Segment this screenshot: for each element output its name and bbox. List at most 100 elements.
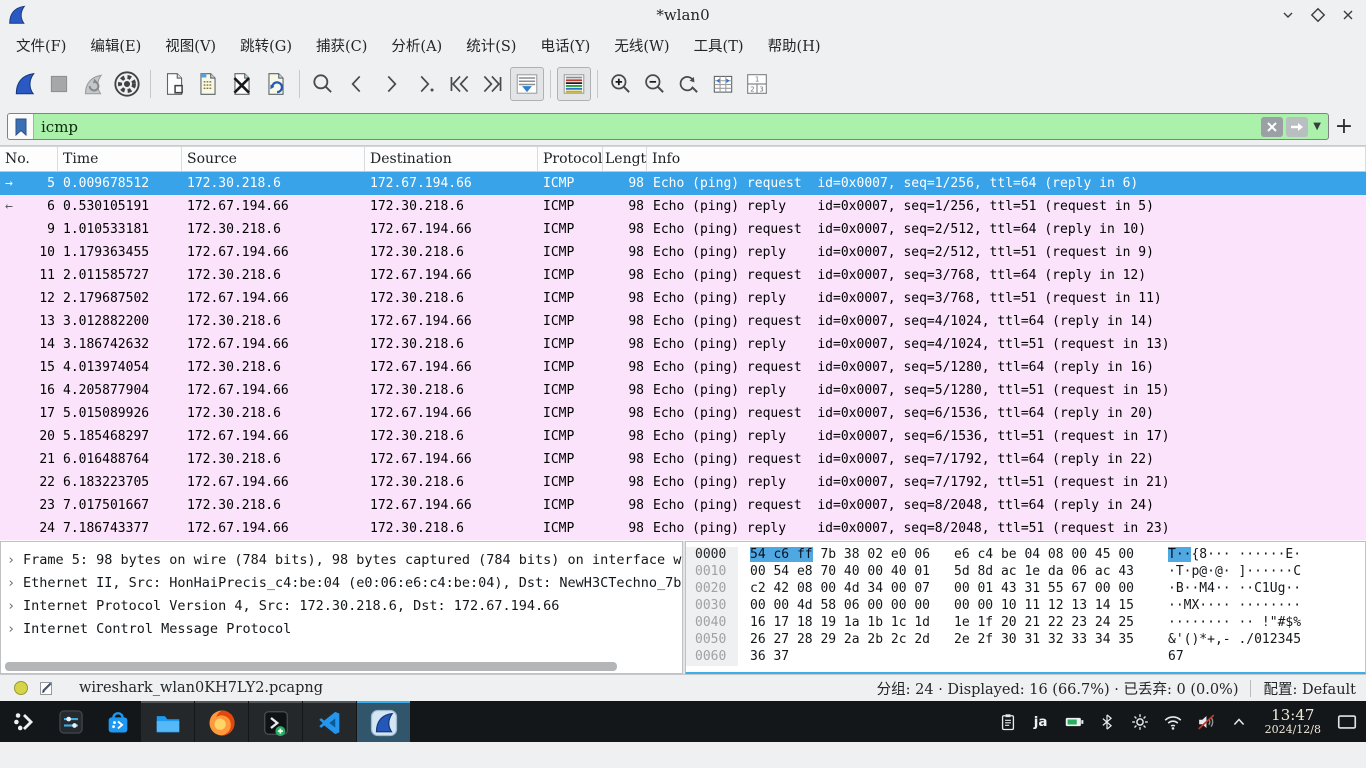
input-method-indicator[interactable]: ja [1030,710,1052,734]
hex-row[interactable]: 004016 17 18 19 1a 1b 1c 1d1e 1f 20 21 2… [686,615,1365,632]
detail-line[interactable]: ›Frame 5: 98 bytes on wire (784 bits), 9… [1,549,682,572]
column-header-destination[interactable]: Destination [365,147,538,171]
menu-item-10[interactable]: 帮助(H) [756,31,833,60]
vscode-task[interactable] [303,701,356,742]
packet-row[interactable]: 175.015089926172.30.218.6172.67.194.66IC… [0,402,1366,425]
close-icon[interactable] [1338,5,1358,25]
save-file-icon[interactable] [191,67,225,101]
capture-options-icon[interactable] [110,67,144,101]
column-header-info[interactable]: Info [647,147,1366,171]
battery-icon[interactable] [1063,710,1085,734]
expand-chevron-icon[interactable]: › [7,549,23,572]
restart-capture-icon[interactable] [76,67,110,101]
hex-ascii[interactable]: T··{8··· ······E· [1168,547,1301,564]
zoom-in-icon[interactable] [604,67,638,101]
next-packet-icon[interactable] [374,67,408,101]
bluetooth-icon[interactable] [1096,710,1118,734]
filter-dropdown-icon[interactable]: ▼ [1311,121,1323,132]
menu-item-3[interactable]: 跳转(G) [228,31,304,60]
discover-icon[interactable] [94,701,141,742]
menu-item-7[interactable]: 电话(Y) [528,31,602,60]
hex-bytes[interactable]: 2e 2f 30 31 32 33 34 35 [954,632,1146,649]
expand-chevron-icon[interactable]: › [7,572,23,595]
packet-row[interactable]: ←60.530105191172.67.194.66172.30.218.6IC… [0,195,1366,218]
hex-selected-bytes[interactable]: 54 c6 ff [750,547,813,562]
expand-chevron-icon[interactable]: › [7,595,23,618]
hex-bytes[interactable]: 00 01 43 31 55 67 00 00 [954,581,1146,598]
hex-ascii[interactable]: ········ ·· !"#$% [1168,615,1301,632]
hex-bytes[interactable]: 00 54 e8 70 40 00 40 01 [750,564,942,581]
menu-item-4[interactable]: 捕获(C) [304,31,379,60]
layout-icon[interactable]: 123 [740,67,774,101]
hex-bytes[interactable]: 00 00 4d 58 06 00 00 00 [750,598,942,615]
clock[interactable]: 13:47 2024/12/8 [1265,708,1321,735]
hex-bytes[interactable]: 16 17 18 19 1a 1b 1c 1d [750,615,942,632]
show-desktop-icon[interactable] [1336,710,1358,734]
brightness-icon[interactable] [1129,710,1151,734]
app-launcher-icon[interactable] [0,701,47,742]
packet-row[interactable]: 154.013974054172.30.218.6172.67.194.66IC… [0,356,1366,379]
detail-line[interactable]: ›Internet Protocol Version 4, Src: 172.3… [1,595,682,618]
file-manager-task[interactable] [141,701,194,742]
find-packet-icon[interactable] [306,67,340,101]
reload-file-icon[interactable] [259,67,293,101]
hex-row[interactable]: 001000 54 e8 70 40 00 40 015d 8d ac 1e d… [686,564,1365,581]
packet-row[interactable]: 205.185468297172.67.194.66172.30.218.6IC… [0,425,1366,448]
colorize-icon[interactable] [557,67,591,101]
menu-item-8[interactable]: 无线(W) [602,31,681,60]
firefox-task[interactable] [195,701,248,742]
column-header-protocol[interactable]: Protocol [538,147,603,171]
menu-item-0[interactable]: 文件(F) [4,31,78,60]
first-packet-icon[interactable] [442,67,476,101]
settings-icon[interactable] [47,701,94,742]
maximize-icon[interactable] [1308,5,1328,25]
menu-item-2[interactable]: 视图(V) [153,31,228,60]
last-packet-icon[interactable] [476,67,510,101]
packet-row[interactable]: 247.186743377172.67.194.66172.30.218.6IC… [0,517,1366,540]
packet-row[interactable]: 216.016488764172.30.218.6172.67.194.66IC… [0,448,1366,471]
filter-bookmark-button[interactable] [8,114,34,139]
capture-comment-icon[interactable] [38,680,55,697]
filter-apply-button[interactable] [1286,117,1308,137]
hex-ascii[interactable]: ·B··M4·· ··C1Ug·· [1168,581,1301,598]
hex-bytes[interactable]: 5d 8d ac 1e da 06 ac 43 [954,564,1146,581]
filter-value[interactable]: icmp [34,118,1261,136]
menu-item-5[interactable]: 分析(A) [379,31,454,60]
column-header-no[interactable]: No. [0,147,58,171]
hex-bytes[interactable] [954,649,1146,666]
packet-row[interactable]: 226.183223705172.67.194.66172.30.218.6IC… [0,471,1366,494]
previous-packet-icon[interactable] [340,67,374,101]
packet-row[interactable]: 112.011585727172.30.218.6172.67.194.66IC… [0,264,1366,287]
hex-row[interactable]: 0020c2 42 08 00 4d 34 00 0700 01 43 31 5… [686,581,1365,598]
hex-ascii[interactable]: 67 [1168,649,1184,666]
column-header-time[interactable]: Time [58,147,182,171]
hex-ascii[interactable]: ·T·p@·@· ]······C [1168,564,1301,581]
hex-bytes[interactable]: 36 37 [750,649,942,666]
packet-row[interactable]: 164.205877904172.67.194.66172.30.218.6IC… [0,379,1366,402]
column-header-length[interactable]: Length [603,147,647,171]
display-filter-input[interactable]: icmp ▼ [7,113,1329,140]
terminal-task[interactable] [249,701,302,742]
hex-bytes[interactable]: 00 00 10 11 12 13 14 15 [954,598,1146,615]
hex-row[interactable]: 000054 c6 ff 7b 38 02 e0 06e6 c4 be 04 0… [686,547,1365,564]
volume-muted-icon[interactable] [1195,710,1217,734]
open-file-icon[interactable] [157,67,191,101]
packet-row[interactable]: 101.179363455172.67.194.66172.30.218.6IC… [0,241,1366,264]
stop-capture-icon[interactable] [42,67,76,101]
profile-label[interactable]: 配置: Default [1263,678,1356,699]
expand-tray-icon[interactable] [1228,710,1250,734]
hex-bytes[interactable]: 26 27 28 29 2a 2b 2c 2d [750,632,942,649]
expand-chevron-icon[interactable]: › [7,618,23,641]
menu-item-1[interactable]: 编辑(E) [78,31,153,60]
start-capture-icon[interactable] [8,67,42,101]
hex-row[interactable]: 005026 27 28 29 2a 2b 2c 2d2e 2f 30 31 3… [686,632,1365,649]
menu-item-9[interactable]: 工具(T) [682,31,756,60]
go-to-packet-icon[interactable] [408,67,442,101]
hex-bytes[interactable]: 54 c6 ff 7b 38 02 e0 06 [750,547,942,564]
packet-row[interactable]: 133.012882200172.30.218.6172.67.194.66IC… [0,310,1366,333]
hex-bytes[interactable]: e6 c4 be 04 08 00 45 00 [954,547,1146,564]
packet-row[interactable]: 237.017501667172.30.218.6172.67.194.66IC… [0,494,1366,517]
hex-row[interactable]: 006036 3767 [686,649,1365,666]
minimize-icon[interactable] [1278,5,1298,25]
menu-item-6[interactable]: 统计(S) [454,31,528,60]
